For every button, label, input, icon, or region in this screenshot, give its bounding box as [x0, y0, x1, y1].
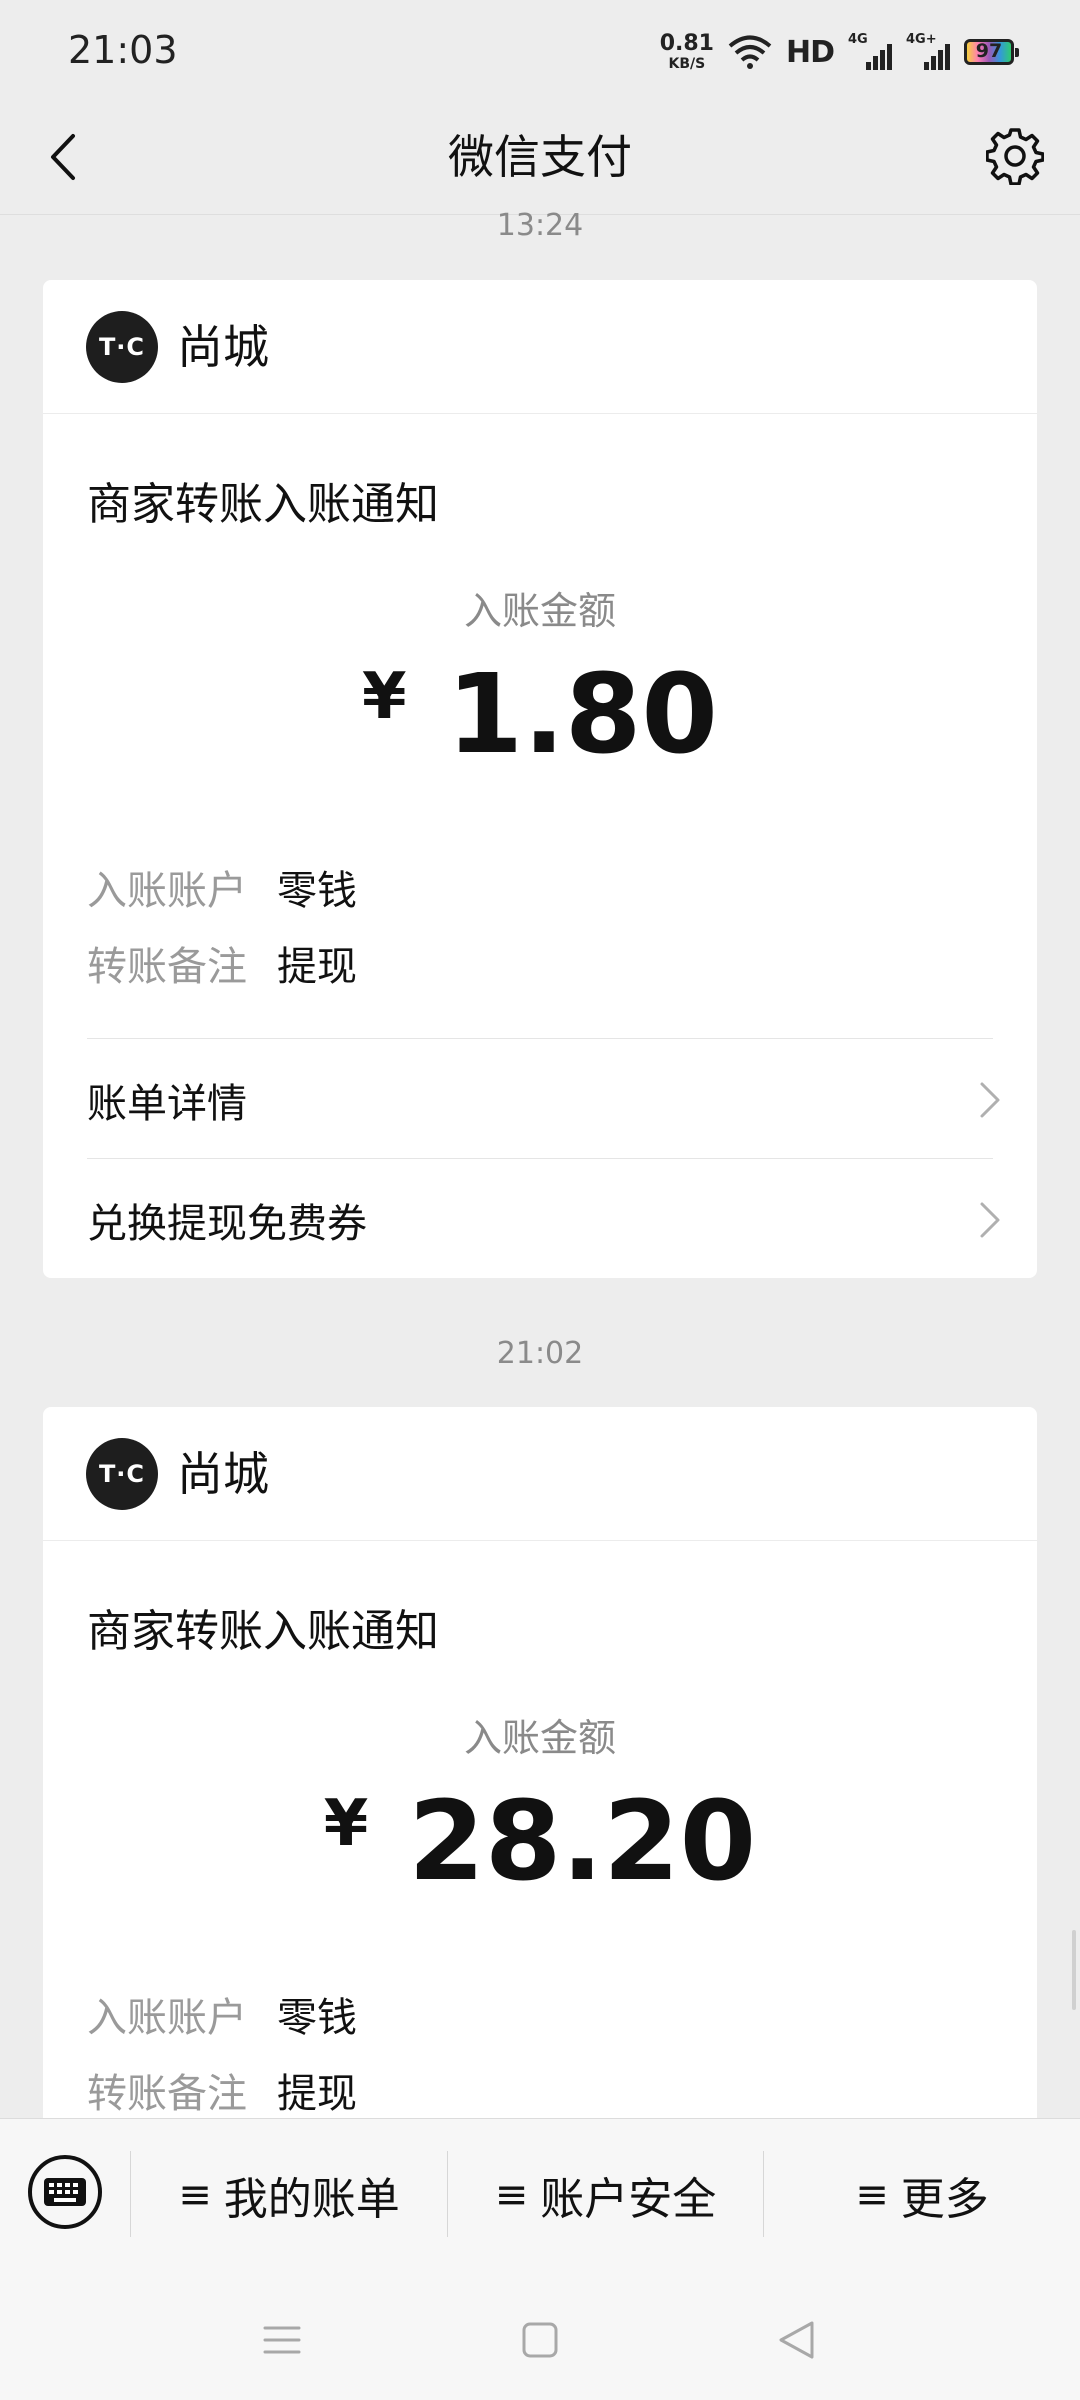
redeem-coupon-label: 兑换提现免费券 — [87, 1201, 367, 1247]
signal-1-label: 4G — [848, 32, 868, 47]
title-bar: 微信支付 — [0, 100, 1080, 215]
remark-label: 转账备注 — [87, 944, 247, 990]
message-timestamp: 13:24 — [496, 208, 584, 243]
status-bar: 21:03 0.81 KB/S HD 4G 4G+ 97 — [0, 0, 1080, 100]
amount-value: 28.20 — [408, 1777, 757, 1905]
battery-level: 97 — [975, 40, 1003, 62]
amount-value: 1.80 — [446, 650, 718, 778]
keyboard-icon — [44, 2178, 86, 2206]
amount: ¥28.20 — [43, 1777, 1037, 1905]
network-speed-unit: KB/S — [668, 56, 706, 72]
bill-details-link[interactable]: 账单详情 — [87, 1060, 1001, 1140]
gear-icon — [986, 128, 1044, 185]
wechat-pay-screen: 21:03 0.81 KB/S HD 4G 4G+ 97 微信支付 13:24 … — [0, 0, 1080, 2400]
merchant-logo: T·C — [86, 1438, 158, 1510]
signal-2-label: 4G+ — [906, 32, 937, 47]
transfer-notice-card[interactable]: T·C 尚城 商家转账入账通知 入账金额 ¥1.80 入账账户 零钱 转账备注 … — [43, 280, 1037, 1278]
remark-row: 转账备注 提现 — [87, 2061, 357, 2119]
keyboard-button[interactable] — [28, 2155, 102, 2229]
account-row: 入账账户 零钱 — [87, 1985, 357, 2043]
menu-lines-icon: ≡ — [178, 2172, 212, 2218]
account-label: 入账账户 — [87, 1995, 247, 2041]
menu-my-bills[interactable]: ≡ 我的账单 — [131, 2155, 447, 2235]
battery-icon: 97 — [964, 39, 1019, 65]
merchant-logo: T·C — [86, 311, 158, 383]
account-row: 入账账户 零钱 — [87, 858, 357, 916]
merchant-name: 尚城 — [177, 1447, 269, 1501]
notice-title: 商家转账入账通知 — [87, 1606, 439, 1657]
transfer-notice-card[interactable]: T·C 尚城 商家转账入账通知 入账金额 ¥28.20 入账账户 零钱 转账备注… — [43, 1407, 1037, 2167]
redeem-coupon-link[interactable]: 兑换提现免费券 — [87, 1180, 1001, 1260]
scroll-indicator[interactable] — [1072, 1930, 1076, 2010]
message-timestamp: 21:02 — [496, 1336, 584, 1371]
network-speed: 0.81 KB/S — [659, 31, 714, 72]
merchant-row[interactable]: T·C 尚城 — [43, 280, 1037, 414]
home-square-icon — [522, 2322, 558, 2358]
page-title: 微信支付 — [448, 130, 632, 184]
system-back-button[interactable] — [766, 2310, 826, 2370]
menu-account-security[interactable]: ≡ 账户安全 — [448, 2155, 763, 2235]
system-home-button[interactable] — [510, 2310, 570, 2370]
amount-label: 入账金额 — [463, 1716, 616, 1760]
divider — [87, 1158, 993, 1159]
divider — [87, 1038, 993, 1039]
system-menu-button[interactable] — [252, 2310, 312, 2370]
menu-more-label: 更多 — [900, 2174, 989, 2225]
amount: ¥1.80 — [43, 650, 1037, 778]
menu-icon — [263, 2326, 301, 2354]
remark-value: 提现 — [277, 2071, 357, 2117]
menu-my-bills-label: 我的账单 — [223, 2174, 400, 2225]
amount-label: 入账金额 — [463, 589, 616, 633]
merchant-row[interactable]: T·C 尚城 — [43, 1407, 1037, 1541]
account-value: 零钱 — [277, 868, 357, 914]
bottom-menu: ≡ 我的账单 ≡ 账户安全 ≡ 更多 — [0, 2118, 1080, 2272]
back-triangle-icon — [779, 2321, 814, 2359]
menu-account-security-label: 账户安全 — [540, 2174, 717, 2225]
status-icons: 0.81 KB/S HD 4G 4G+ 97 — [659, 30, 1019, 74]
remark-value: 提现 — [277, 944, 357, 990]
account-label: 入账账户 — [87, 868, 247, 914]
menu-lines-icon: ≡ — [855, 2172, 889, 2218]
currency-symbol: ¥ — [323, 1787, 369, 1861]
settings-button[interactable] — [980, 120, 1050, 192]
bill-details-label: 账单详情 — [87, 1081, 247, 1127]
currency-symbol: ¥ — [362, 660, 407, 734]
signal-strength-1: 4G — [848, 32, 892, 70]
wifi-icon — [728, 35, 772, 69]
system-navigation-bar — [0, 2272, 1080, 2400]
chevron-right-icon — [980, 1082, 1000, 1118]
hd-label: HD — [785, 34, 835, 70]
menu-more[interactable]: ≡ 更多 — [764, 2155, 1080, 2235]
chevron-right-icon — [980, 1202, 1000, 1238]
notice-title: 商家转账入账通知 — [87, 479, 439, 530]
network-speed-value: 0.81 — [659, 31, 714, 56]
merchant-name: 尚城 — [177, 320, 269, 374]
status-time: 21:03 — [68, 28, 178, 72]
remark-label: 转账备注 — [87, 2071, 247, 2117]
menu-lines-icon: ≡ — [494, 2172, 529, 2218]
remark-row: 转账备注 提现 — [87, 934, 357, 992]
account-value: 零钱 — [277, 1995, 357, 2041]
signal-strength-2: 4G+ — [906, 32, 950, 70]
